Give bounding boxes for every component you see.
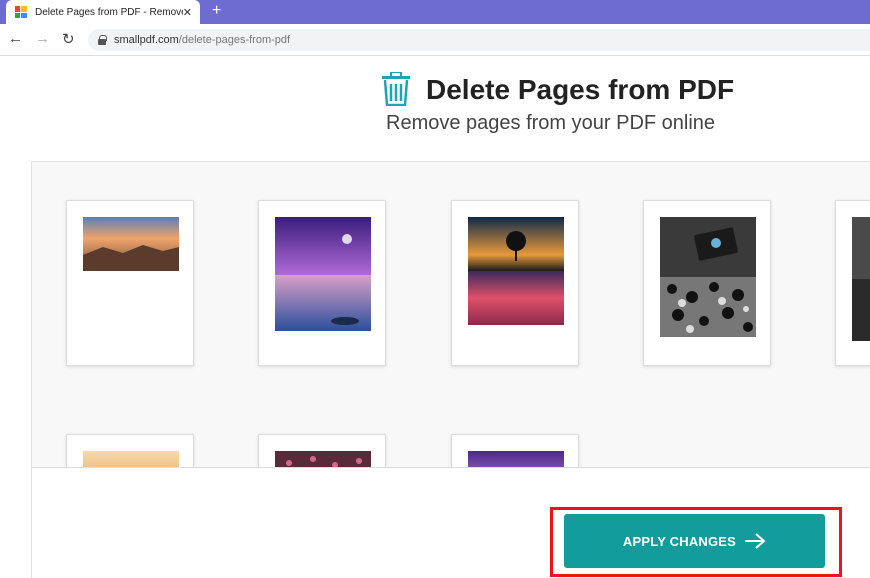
page-image — [468, 451, 564, 467]
reload-icon[interactable]: ↻ — [62, 30, 75, 48]
new-tab-icon[interactable]: + — [212, 2, 221, 20]
smallpdf-favicon-icon — [15, 6, 27, 18]
page-header: Delete Pages from PDF Remove pages from … — [0, 56, 870, 160]
browser-tab-bar: Delete Pages from PDF - Remove ✕ + — [0, 0, 870, 24]
apply-changes-button[interactable]: APPLY CHANGES — [564, 514, 825, 568]
pages-workspace — [31, 161, 870, 468]
page-thumbnail-7[interactable] — [258, 434, 386, 467]
tab-title: Delete Pages from PDF - Remove — [34, 6, 183, 18]
apply-changes-label: APPLY CHANGES — [622, 533, 737, 549]
page-image — [275, 217, 371, 331]
page-thumbnail-6[interactable] — [66, 434, 194, 467]
page-thumbnail-8[interactable] — [451, 434, 579, 467]
trash-icon — [382, 72, 410, 106]
page-image — [83, 217, 179, 271]
page-image — [660, 217, 756, 337]
page-thumbnail-5[interactable] — [835, 200, 870, 366]
page-thumbnail-3[interactable] — [451, 200, 579, 366]
page-image — [83, 451, 179, 467]
page-subtitle: Remove pages from your PDF online — [386, 112, 716, 134]
address-bar: ← → ↻ smallpdf.com/delete-pages-from-pdf — [0, 24, 870, 56]
page-image — [852, 217, 870, 341]
browser-tab[interactable]: Delete Pages from PDF - Remove ✕ — [6, 0, 200, 24]
back-arrow-icon[interactable]: ← — [8, 30, 23, 47]
forward-arrow-icon[interactable]: → — [35, 30, 50, 47]
page-image — [275, 451, 371, 467]
tab-close-icon[interactable]: ✕ — [183, 6, 192, 19]
page-image — [468, 217, 564, 325]
page-thumbnail-4[interactable] — [643, 200, 771, 366]
page-thumbnail-1[interactable] — [66, 200, 194, 366]
arrow-right-icon — [745, 533, 766, 549]
page-thumbnail-2[interactable] — [258, 200, 386, 366]
lock-icon — [98, 35, 107, 45]
page-title: Delete Pages from PDF — [426, 74, 735, 105]
url-text: smallpdf.com/delete-pages-from-pdf — [114, 34, 291, 46]
url-input[interactable]: smallpdf.com/delete-pages-from-pdf — [88, 29, 870, 51]
